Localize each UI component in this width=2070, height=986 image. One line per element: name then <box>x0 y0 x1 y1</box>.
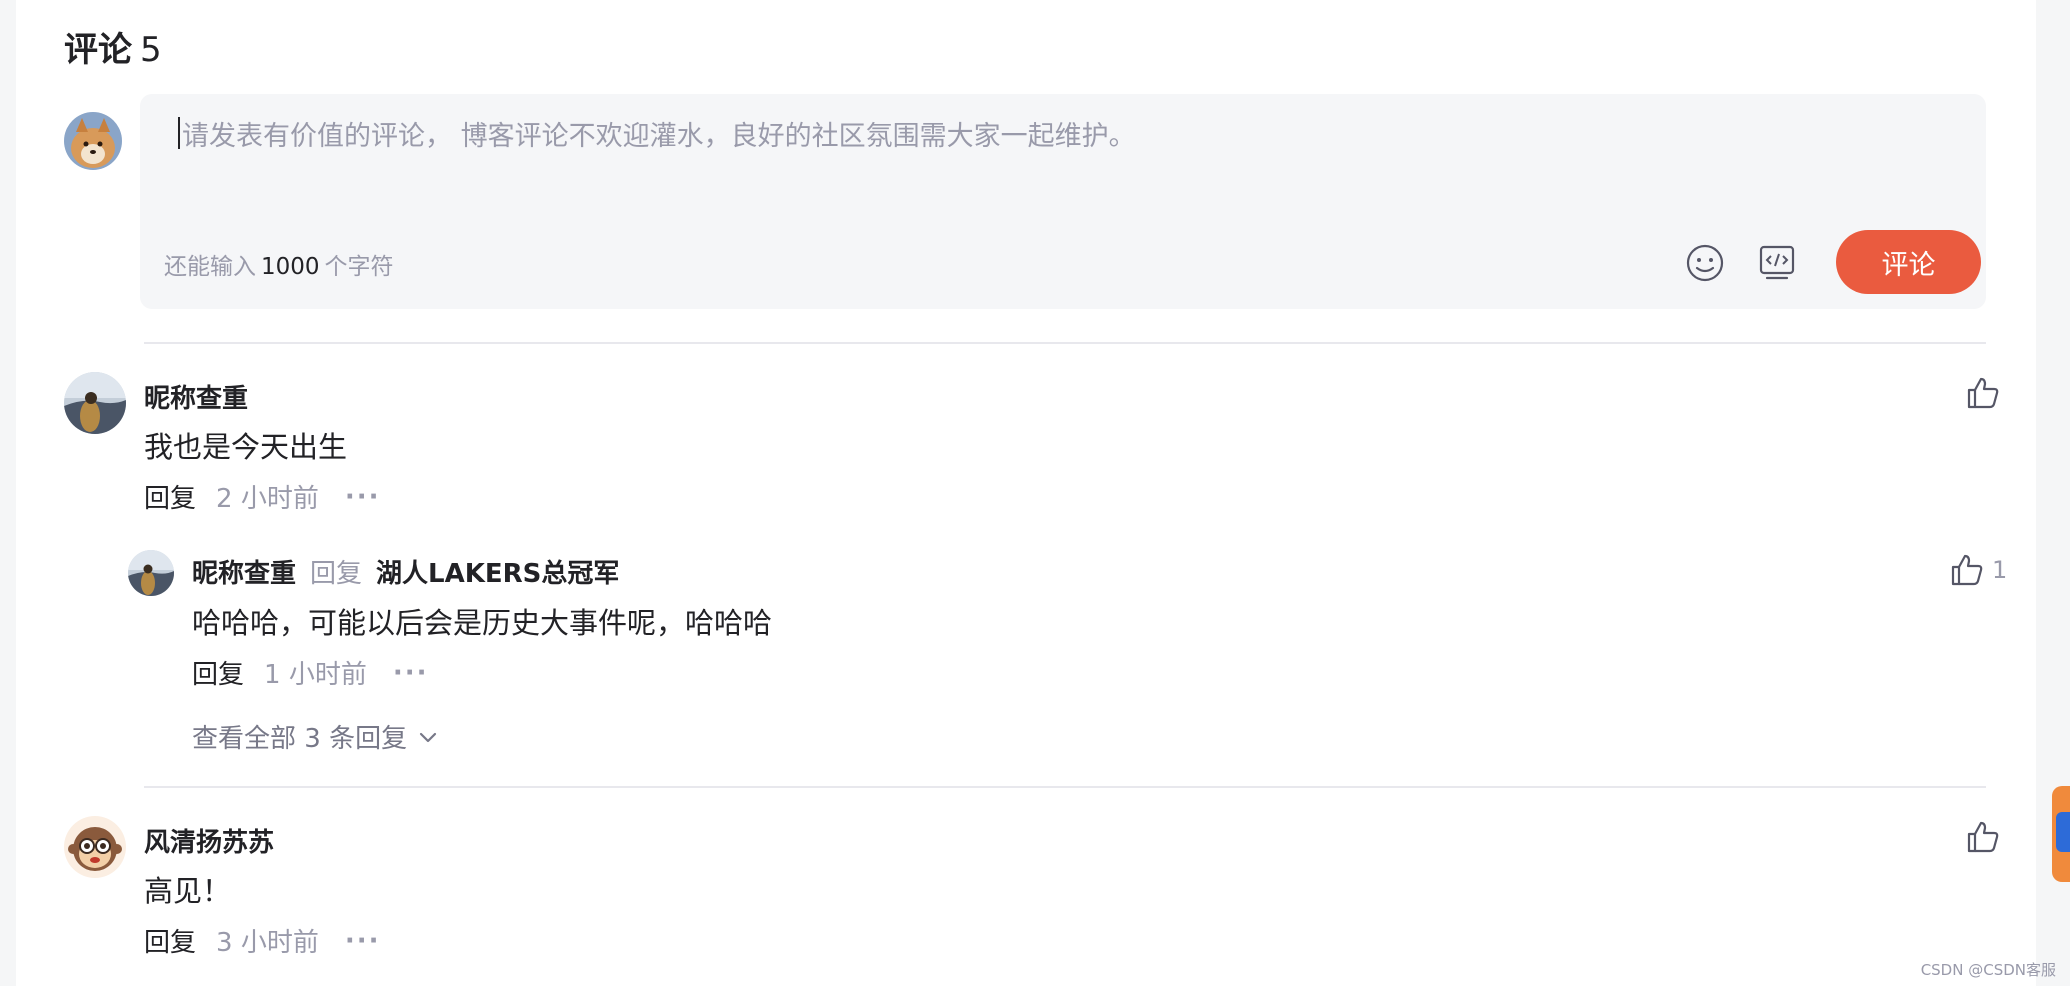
reply-word: 回复 <box>310 559 363 589</box>
reply-target[interactable]: 湖人LAKERS总冠军 <box>376 559 619 589</box>
char-counter: 还能输入 1000 个字符 <box>164 247 394 281</box>
more-options-button[interactable]: ··· <box>393 658 429 688</box>
commenter-avatar[interactable] <box>64 372 126 434</box>
comment-author[interactable]: 风清扬苏苏 <box>144 822 274 859</box>
thumbs-up-icon[interactable] <box>1966 376 2000 414</box>
view-all-replies-button[interactable]: 查看全部 3 条回复 <box>192 718 439 755</box>
more-options-button[interactable]: ··· <box>345 482 381 512</box>
watermark: CSDN @CSDN客服 <box>1920 961 2056 979</box>
comment-count: 5 <box>140 30 162 70</box>
reply-button[interactable]: 回复 <box>144 922 196 959</box>
counter-suffix: 个字符 <box>324 254 394 280</box>
thumbs-up-icon[interactable] <box>1950 553 1984 587</box>
emoji-icon[interactable] <box>1685 243 1725 287</box>
current-user-avatar[interactable] <box>64 112 122 170</box>
reply-header: 昵称查重 回复 湖人LAKERS总冠军 <box>192 553 619 590</box>
comment-panel: 评论 5 请发表有价值的评论， 博客评论不欢迎灌水，良好的社区氛围需大家一起维护。… <box>16 0 2036 986</box>
text-caret <box>178 117 180 149</box>
chevron-down-icon <box>419 732 437 742</box>
divider <box>144 786 1986 788</box>
divider <box>144 342 1986 344</box>
comment-actions: 回复 3 小时前 ··· <box>144 922 380 959</box>
submit-comment-button[interactable]: 评论 <box>1836 230 1981 294</box>
comment-author[interactable]: 昵称查重 <box>144 378 248 415</box>
comment-time: 3 小时前 <box>216 928 319 958</box>
comment-content: 我也是今天出生 <box>144 430 348 464</box>
comment-section-title: 评论 5 <box>64 22 162 71</box>
floating-widget-accent <box>2056 812 2070 852</box>
reply-author[interactable]: 昵称查重 <box>192 559 296 589</box>
counter-value: 1000 <box>261 254 320 280</box>
reply-button[interactable]: 回复 <box>192 654 244 691</box>
view-all-label[interactable]: 查看全部 3 条回复 <box>192 718 407 755</box>
reply-author-avatar[interactable] <box>128 550 174 596</box>
commenter-avatar[interactable] <box>64 816 126 878</box>
reply-like[interactable]: 1 <box>1950 553 2007 587</box>
comment-time: 2 小时前 <box>216 484 319 514</box>
reply-time: 1 小时前 <box>264 660 367 690</box>
comment-actions: 回复 2 小时前 ··· <box>144 478 380 515</box>
comment-input-placeholder[interactable]: 请发表有价值的评论， 博客评论不欢迎灌水，良好的社区氛围需大家一起维护。 <box>182 114 1136 153</box>
reply-actions: 回复 1 小时前 ··· <box>192 654 428 691</box>
thumbs-up-icon[interactable] <box>1966 820 2000 858</box>
title-label: 评论 <box>64 30 132 70</box>
code-icon[interactable] <box>1757 243 1797 287</box>
reply-button[interactable]: 回复 <box>144 478 196 515</box>
counter-prefix: 还能输入 <box>164 254 256 280</box>
reply-content: 哈哈哈，可能以后会是历史大事件呢，哈哈哈 <box>192 606 773 640</box>
more-options-button[interactable]: ··· <box>345 926 381 956</box>
like-count: 1 <box>1992 556 2008 584</box>
comment-content: 高见！ <box>144 874 232 908</box>
